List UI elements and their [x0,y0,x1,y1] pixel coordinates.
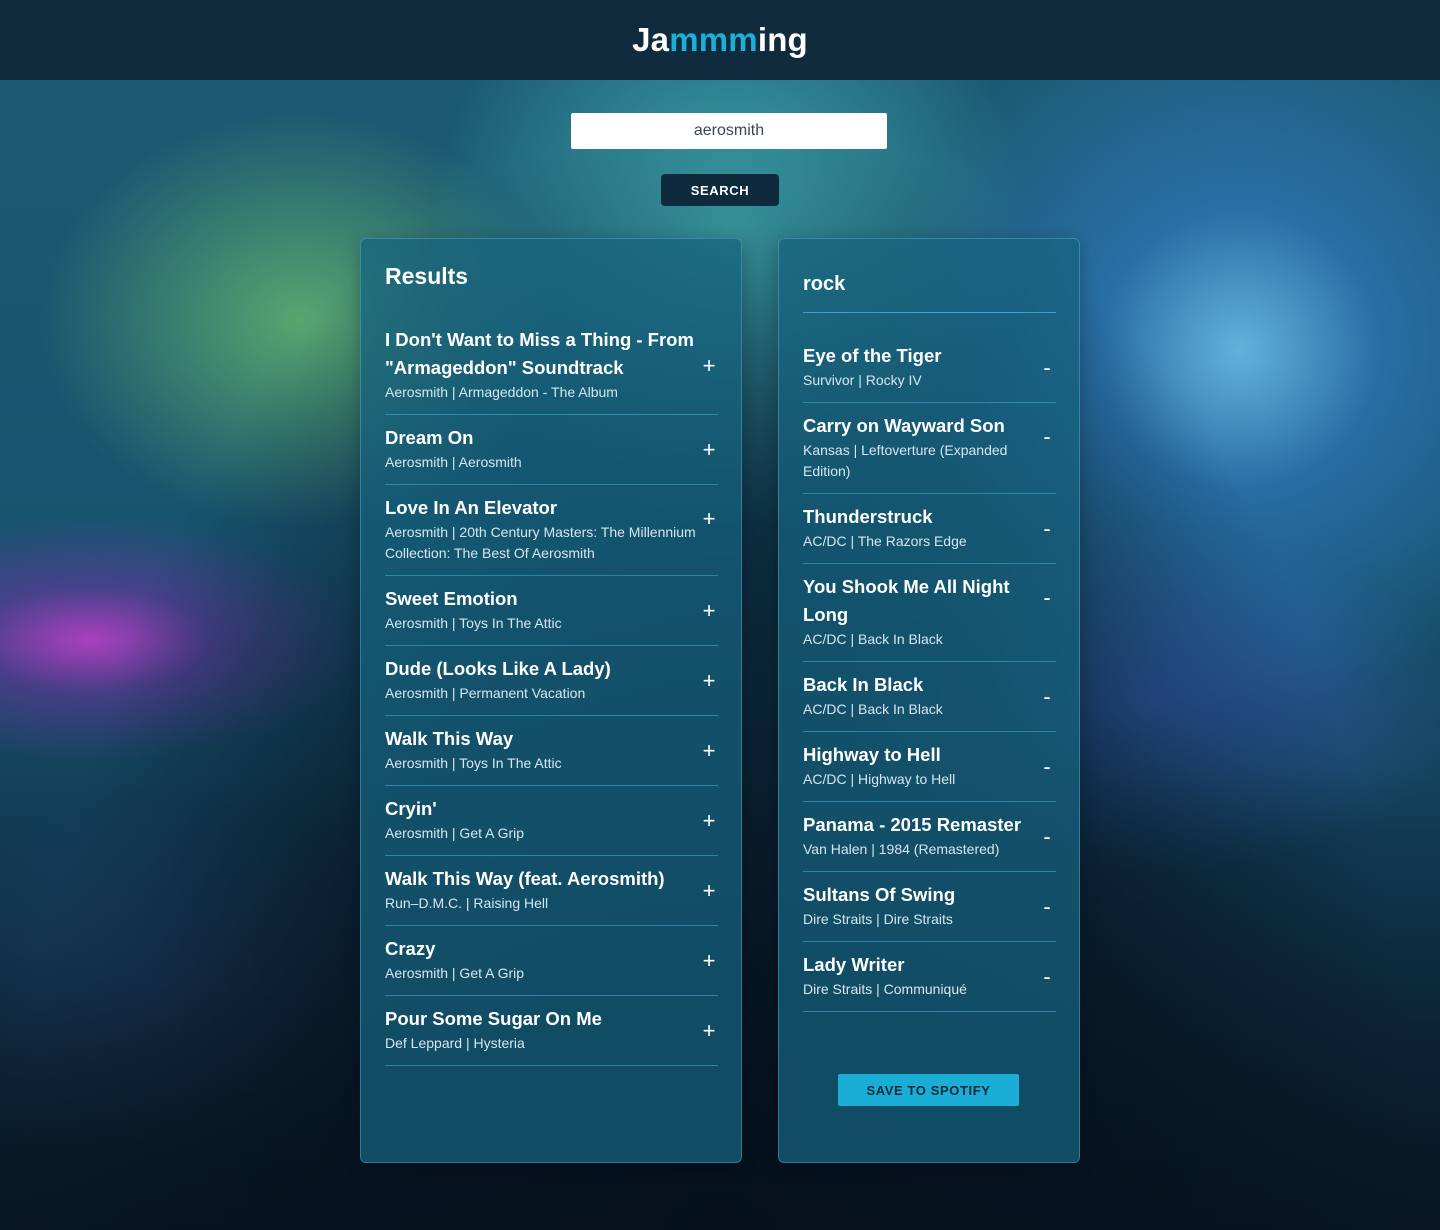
track-info: Dire Straits | Dire Straits [803,911,953,927]
track-info: Survivor | Rocky IV [803,372,922,388]
playlist-track: You Shook Me All Night Long AC/DC | Back… [803,564,1056,662]
search-button[interactable]: SEARCH [661,174,779,206]
playlist-track: Lady Writer Dire Straits | Communiqué - [803,942,1056,1012]
playlist-track-list: Eye of the Tiger Survivor | Rocky IV - C… [803,333,1056,1012]
track-name: Crazy [385,938,436,959]
remove-track-button[interactable]: - [1038,426,1056,448]
track-info: Aerosmith | 20th Century Masters: The Mi… [385,524,696,561]
track-info: Aerosmith | Permanent Vacation [385,685,586,701]
remove-track-button[interactable]: - [1038,517,1056,540]
track-name: Cryin' [385,798,437,819]
track-info: AC/DC | Back In Black [803,631,943,647]
playlist-panel: rock Eye of the Tiger Survivor | Rocky I… [778,238,1080,1163]
track-name: Pour Some Sugar On Me [385,1008,602,1029]
track-info: Aerosmith | Armageddon - The Album [385,384,618,400]
result-track: Walk This Way Aerosmith | Toys In The At… [385,716,718,786]
logo-accent: mmm [669,21,758,58]
result-track: Sweet Emotion Aerosmith | Toys In The At… [385,576,718,646]
remove-track-button[interactable]: - [1038,356,1056,379]
add-track-button[interactable]: + [700,739,718,762]
add-track-button[interactable]: + [700,438,718,461]
track-info: Aerosmith | Get A Grip [385,965,525,981]
track-info: AC/DC | Back In Black [803,701,943,717]
track-info: AC/DC | Highway to Hell [803,771,956,787]
track-name: Sultans Of Swing [803,884,956,905]
track-name: I Don't Want to Miss a Thing - From "Arm… [385,329,694,378]
playlist-track: Back In Black AC/DC | Back In Black - [803,662,1056,732]
add-track-button[interactable]: + [700,879,718,902]
track-info: Run–D.M.C. | Raising Hell [385,895,549,911]
playlist-track: Eye of the Tiger Survivor | Rocky IV - [803,333,1056,403]
result-track: Dude (Looks Like A Lady) Aerosmith | Per… [385,646,718,716]
app-header: Jammming [0,0,1440,80]
add-track-button[interactable]: + [700,949,718,972]
remove-track-button[interactable]: - [1038,895,1056,918]
track-info: Aerosmith | Aerosmith [385,454,522,470]
logo-suffix: ing [757,21,808,58]
track-info: Aerosmith | Toys In The Attic [385,755,562,771]
track-info: AC/DC | The Razors Edge [803,533,967,549]
result-track: I Don't Want to Miss a Thing - From "Arm… [385,317,718,415]
add-track-button[interactable]: + [700,809,718,832]
results-track-list: I Don't Want to Miss a Thing - From "Arm… [385,317,718,1066]
add-track-button[interactable]: + [700,599,718,622]
track-name: Panama - 2015 Remaster [803,814,1022,835]
track-name: Walk This Way (feat. Aerosmith) [385,868,665,889]
playlist-track: Thunderstruck AC/DC | The Razors Edge - [803,494,1056,564]
save-to-spotify-button[interactable]: SAVE TO SPOTIFY [838,1074,1019,1106]
track-info: Def Leppard | Hysteria [385,1035,525,1051]
remove-track-button[interactable]: - [1038,825,1056,848]
track-info: Dire Straits | Communiqué [803,981,967,997]
track-name: Lady Writer [803,954,905,975]
track-name: Carry on Wayward Son [803,415,1005,436]
remove-track-button[interactable]: - [1038,965,1056,988]
track-name: You Shook Me All Night Long [803,576,1010,625]
track-info: Aerosmith | Toys In The Attic [385,615,562,631]
result-track: Love In An Elevator Aerosmith | 20th Cen… [385,485,718,576]
result-track: Cryin' Aerosmith | Get A Grip + [385,786,718,856]
search-input[interactable] [571,113,887,149]
track-info: Aerosmith | Get A Grip [385,825,525,841]
remove-track-button[interactable]: - [1038,755,1056,778]
playlist-name-input[interactable]: rock [803,273,1056,313]
add-track-button[interactable]: + [700,669,718,692]
result-track: Walk This Way (feat. Aerosmith) Run–D.M.… [385,856,718,926]
track-name: Walk This Way [385,728,514,749]
track-name: Eye of the Tiger [803,345,942,366]
track-name: Love In An Elevator [385,497,558,518]
track-name: Back In Black [803,674,924,695]
logo-prefix: Ja [632,21,670,58]
result-track: Crazy Aerosmith | Get A Grip + [385,926,718,996]
track-name: Dream On [385,427,474,448]
playlist-track: Panama - 2015 Remaster Van Halen | 1984 … [803,802,1056,872]
track-name: Dude (Looks Like A Lady) [385,658,611,679]
playlist-track: Carry on Wayward Son Kansas | Leftovertu… [803,403,1056,494]
playlist-track: Sultans Of Swing Dire Straits | Dire Str… [803,872,1056,942]
result-track: Pour Some Sugar On Me Def Leppard | Hyst… [385,996,718,1066]
results-title: Results [385,263,469,289]
playlist-track: Highway to Hell AC/DC | Highway to Hell … [803,732,1056,802]
result-track: Dream On Aerosmith | Aerosmith + [385,415,718,485]
remove-track-button[interactable]: - [1038,587,1056,609]
track-name: Thunderstruck [803,506,933,527]
app-logo: Jammming [632,21,808,59]
track-info: Van Halen | 1984 (Remastered) [803,841,1000,857]
track-name: Highway to Hell [803,744,941,765]
track-name: Sweet Emotion [385,588,518,609]
remove-track-button[interactable]: - [1038,685,1056,708]
results-panel: Results I Don't Want to Miss a Thing - F… [360,238,742,1163]
add-track-button[interactable]: + [700,508,718,530]
track-info: Kansas | Leftoverture (Expanded Edition) [803,442,1008,479]
add-track-button[interactable]: + [700,354,718,377]
add-track-button[interactable]: + [700,1019,718,1042]
